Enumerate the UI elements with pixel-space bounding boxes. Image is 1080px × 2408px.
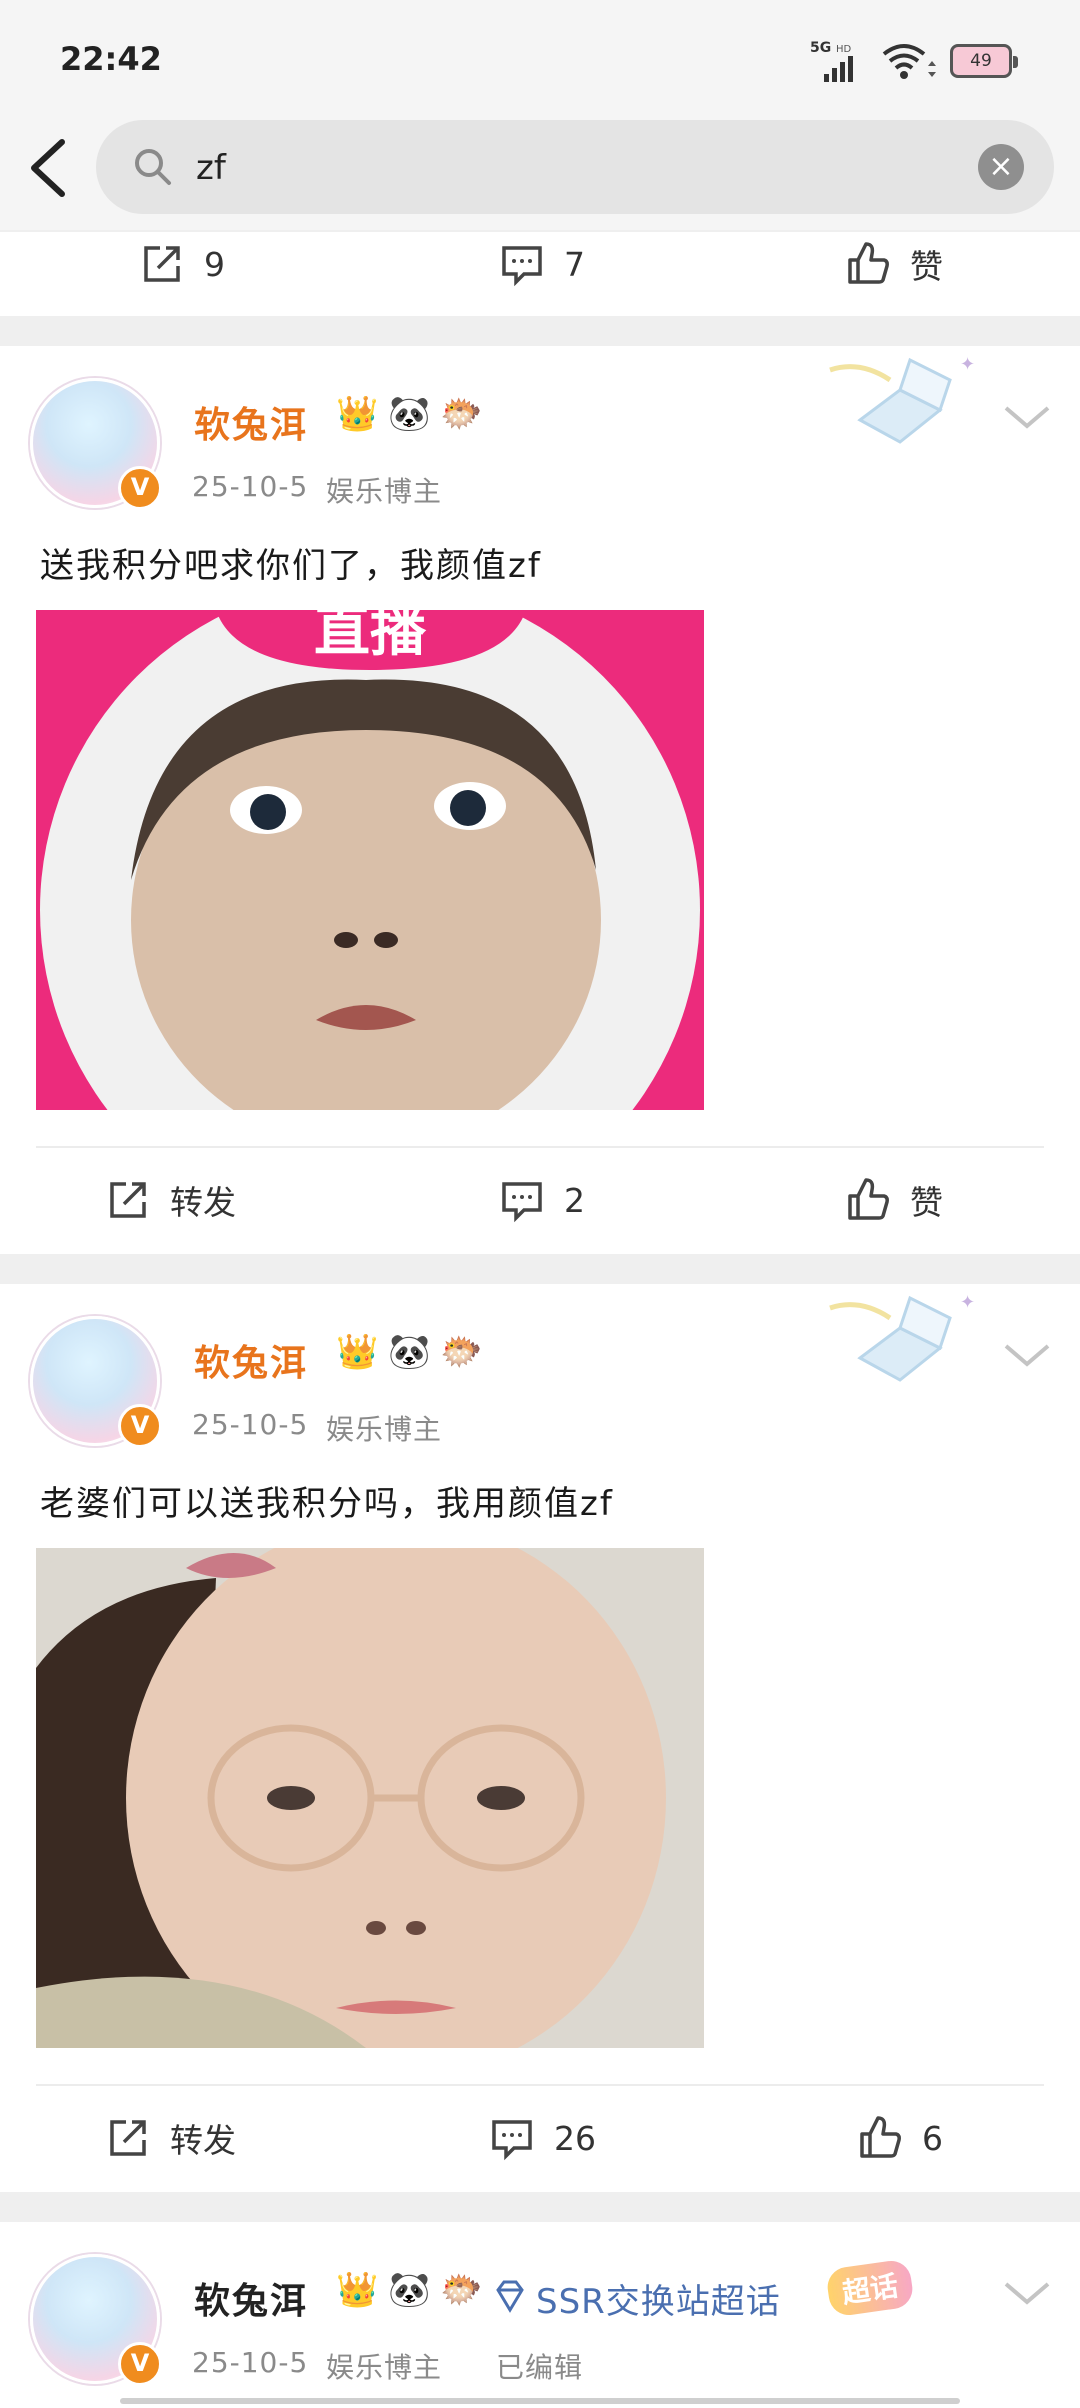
repost-button[interactable]: 转发 <box>104 2114 236 2162</box>
book-decoration-icon: ✦ <box>820 350 990 450</box>
repost-count: 9 <box>204 244 225 284</box>
crown-icon: 👑 <box>336 394 379 434</box>
network-label: 5G <box>810 40 831 56</box>
comment-button[interactable]: 2 <box>498 1176 585 1224</box>
comment-count: 7 <box>564 244 585 284</box>
pufferfish-icon: 🐡 <box>440 1332 483 1372</box>
like-button[interactable]: 赞 <box>844 1176 943 1224</box>
battery-indicator: 49 <box>950 44 1018 78</box>
username[interactable]: 软兔洱 <box>194 396 308 448</box>
user-category: 娱乐博主 <box>326 2351 443 2384</box>
image-caption: 直播 <box>314 610 427 664</box>
pufferfish-icon: 🐡 <box>440 394 483 434</box>
svg-text:✦: ✦ <box>960 1292 975 1313</box>
comment-button[interactable]: 7 <box>498 240 585 288</box>
comment-button[interactable]: 26 <box>488 2114 596 2162</box>
verified-badge: V <box>118 466 162 510</box>
repost-icon <box>110 1182 146 1218</box>
crown-icon: 👑 <box>336 2270 379 2310</box>
search-input[interactable] <box>196 148 936 188</box>
panda-icon: 🐼 <box>388 2270 431 2310</box>
comment-count: 2 <box>564 1180 585 1220</box>
repost-button[interactable]: 转发 <box>104 1176 236 1224</box>
comment-icon <box>492 2120 532 2161</box>
repost-button[interactable]: 9 <box>138 240 225 288</box>
clear-icon[interactable]: × <box>978 144 1024 190</box>
book-decoration-icon: ✦ <box>820 1288 990 1388</box>
like-icon <box>848 242 889 284</box>
repost-label: 转发 <box>170 2121 236 2160</box>
comment-icon <box>502 1182 542 1223</box>
supertopic-link[interactable]: SSR交换站超话 <box>536 2274 781 2323</box>
cellular-signal-icon: 5G HD <box>810 38 870 86</box>
edited-label: 已编辑 <box>496 2351 584 2384</box>
like-icon <box>848 1178 889 1220</box>
like-label: 赞 <box>910 247 943 286</box>
post-text: 送我积分吧求你们了，我颜值zf <box>40 546 542 586</box>
post-text: 老婆们可以送我积分吗，我用颜值zf <box>40 1484 614 1524</box>
like-button[interactable]: 6 <box>856 2114 943 2162</box>
scroll-indicator <box>120 2398 960 2404</box>
username[interactable]: 软兔洱 <box>194 1334 308 1386</box>
panda-icon: 🐼 <box>388 1332 431 1372</box>
diamond-icon <box>492 2278 528 2314</box>
like-count: 6 <box>922 2118 943 2158</box>
username[interactable]: 软兔洱 <box>194 2272 308 2324</box>
like-label: 赞 <box>910 1183 943 1222</box>
user-category: 娱乐博主 <box>326 475 443 508</box>
post-image[interactable]: 直播 <box>36 610 704 1110</box>
chevron-down-icon[interactable] <box>1002 402 1052 432</box>
pufferfish-icon: 🐡 <box>440 2270 483 2310</box>
wifi-icon <box>880 40 936 84</box>
post-date: 25-10-5 <box>192 1408 309 1441</box>
divider <box>36 1146 1044 1148</box>
comment-count: 26 <box>554 2118 596 2158</box>
svg-text:✦: ✦ <box>960 354 975 375</box>
hd-label: HD <box>836 44 852 55</box>
like-button[interactable]: 赞 <box>844 240 943 288</box>
repost-icon <box>110 2120 146 2156</box>
post-image[interactable] <box>36 1548 704 2048</box>
repost-icon <box>144 246 180 282</box>
chevron-down-icon[interactable] <box>1002 2278 1052 2308</box>
like-icon <box>860 2116 901 2158</box>
post-date: 25-10-5 <box>192 470 309 503</box>
divider <box>36 2084 1044 2086</box>
user-category: 娱乐博主 <box>326 1413 443 1446</box>
comment-icon <box>502 246 542 287</box>
panda-icon: 🐼 <box>388 394 431 434</box>
chevron-down-icon[interactable] <box>1002 1340 1052 1370</box>
search-icon <box>132 146 172 186</box>
status-time: 22:42 <box>60 40 162 78</box>
verified-badge: V <box>118 1404 162 1448</box>
verified-badge: V <box>118 2342 162 2386</box>
post-date: 25-10-5 <box>192 2346 309 2379</box>
back-arrow-icon[interactable] <box>24 138 74 198</box>
repost-label: 转发 <box>170 1183 236 1222</box>
crown-icon: 👑 <box>336 1332 379 1372</box>
